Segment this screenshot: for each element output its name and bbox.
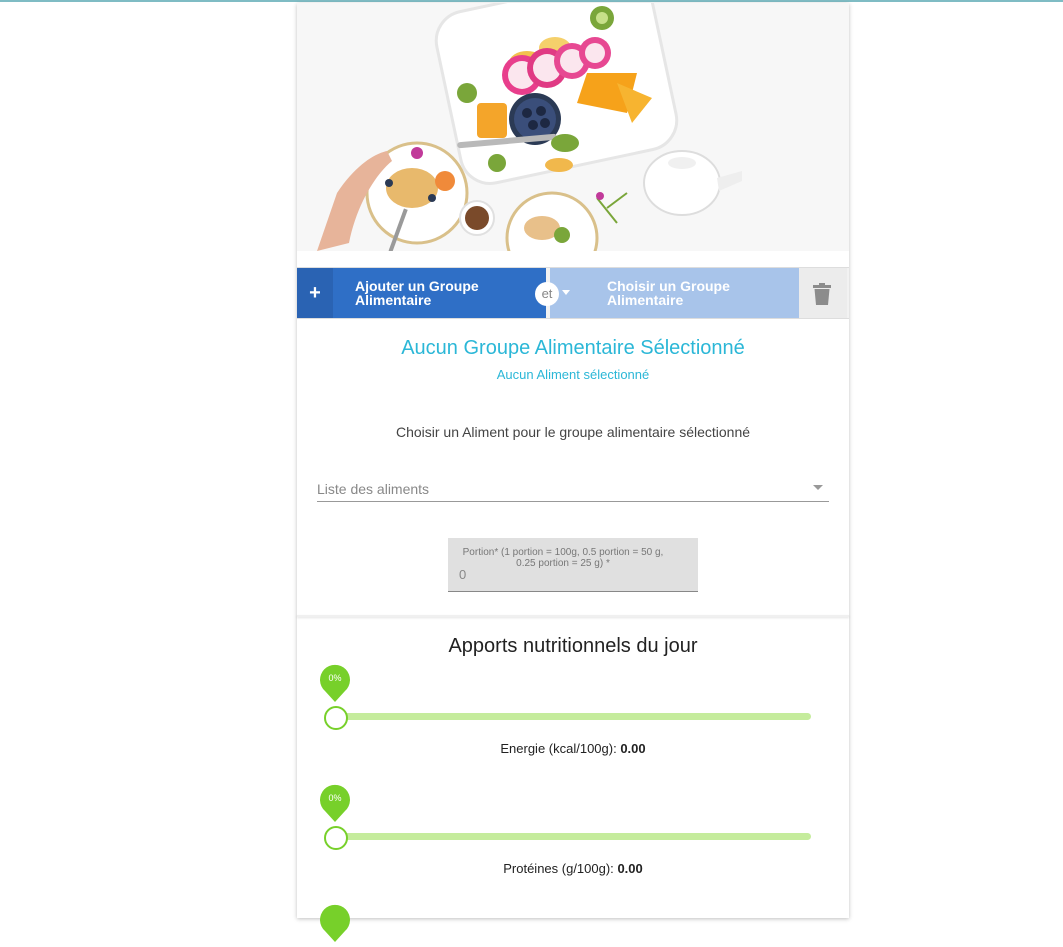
energy-slider-track [335,713,811,720]
food-selector-card: + Ajouter un Groupe Alimentaire et Chois… [297,3,849,942]
breakfast-food-photo [297,3,849,251]
or-separator-badge: et [535,282,559,306]
protein-label-text: Protéines (g/100g): [503,861,614,876]
caret-down-icon [562,290,570,295]
energy-nutrient-row: 0% Energie (kcal/100g): 0.00 [297,664,849,784]
protein-slider-track [335,833,811,840]
selected-group-title: Aucun Groupe Alimentaire Sélectionné [401,337,745,359]
protein-percent-label: 0% [328,793,342,803]
energy-value: 0.00 [620,741,646,756]
selected-food-subtitle: Aucun Aliment sélectionné [496,367,650,382]
daily-nutrition-title: Apports nutritionnels du jour [448,635,698,657]
energy-percent-bubble: 0% [319,664,351,702]
portion-input[interactable]: Portion* (1 portion = 100g, 0.5 portion … [448,538,698,592]
energy-label-text: Energie (kcal/100g): [500,741,617,756]
food-list-placeholder: Liste des aliments [317,481,430,497]
choose-food-group-label: Choisir un Groupe Alimentaire [607,278,730,308]
food-group-action-bar: + Ajouter un Groupe Alimentaire et Chois… [297,267,849,319]
protein-slider-thumb[interactable] [324,826,348,850]
energy-label: Energie (kcal/100g): 0.00 [297,741,849,756]
delete-button[interactable] [799,268,847,318]
food-list-select[interactable]: Liste des aliments [317,473,829,502]
protein-percent-bubble: 0% [319,784,351,822]
section-divider [297,615,849,617]
energy-slider-thumb[interactable] [324,706,348,730]
dropdown-arrow-icon [813,485,823,490]
protein-nutrient-row: 0% Protéines (g/100g): 0.00 [297,784,849,904]
choose-food-group-button[interactable]: Choisir un Groupe Alimentaire [550,268,799,318]
plus-icon: + [297,268,333,318]
protein-label: Protéines (g/100g): 0.00 [297,861,849,876]
energy-percent-label: 0% [328,673,342,683]
next-nutrient-bubble [319,904,351,942]
trash-icon [813,283,831,305]
top-border-line [0,0,1063,2]
add-food-group-button[interactable]: + Ajouter un Groupe Alimentaire [297,268,546,318]
choose-food-prompt: Choisir un Aliment pour le groupe alimen… [395,424,751,440]
portion-input-value: 0 [459,567,467,582]
portion-input-label: Portion* (1 portion = 100g, 0.5 portion … [462,547,664,569]
protein-value: 0.00 [617,861,643,876]
add-food-group-label: Ajouter un Groupe Alimentaire [355,278,479,308]
